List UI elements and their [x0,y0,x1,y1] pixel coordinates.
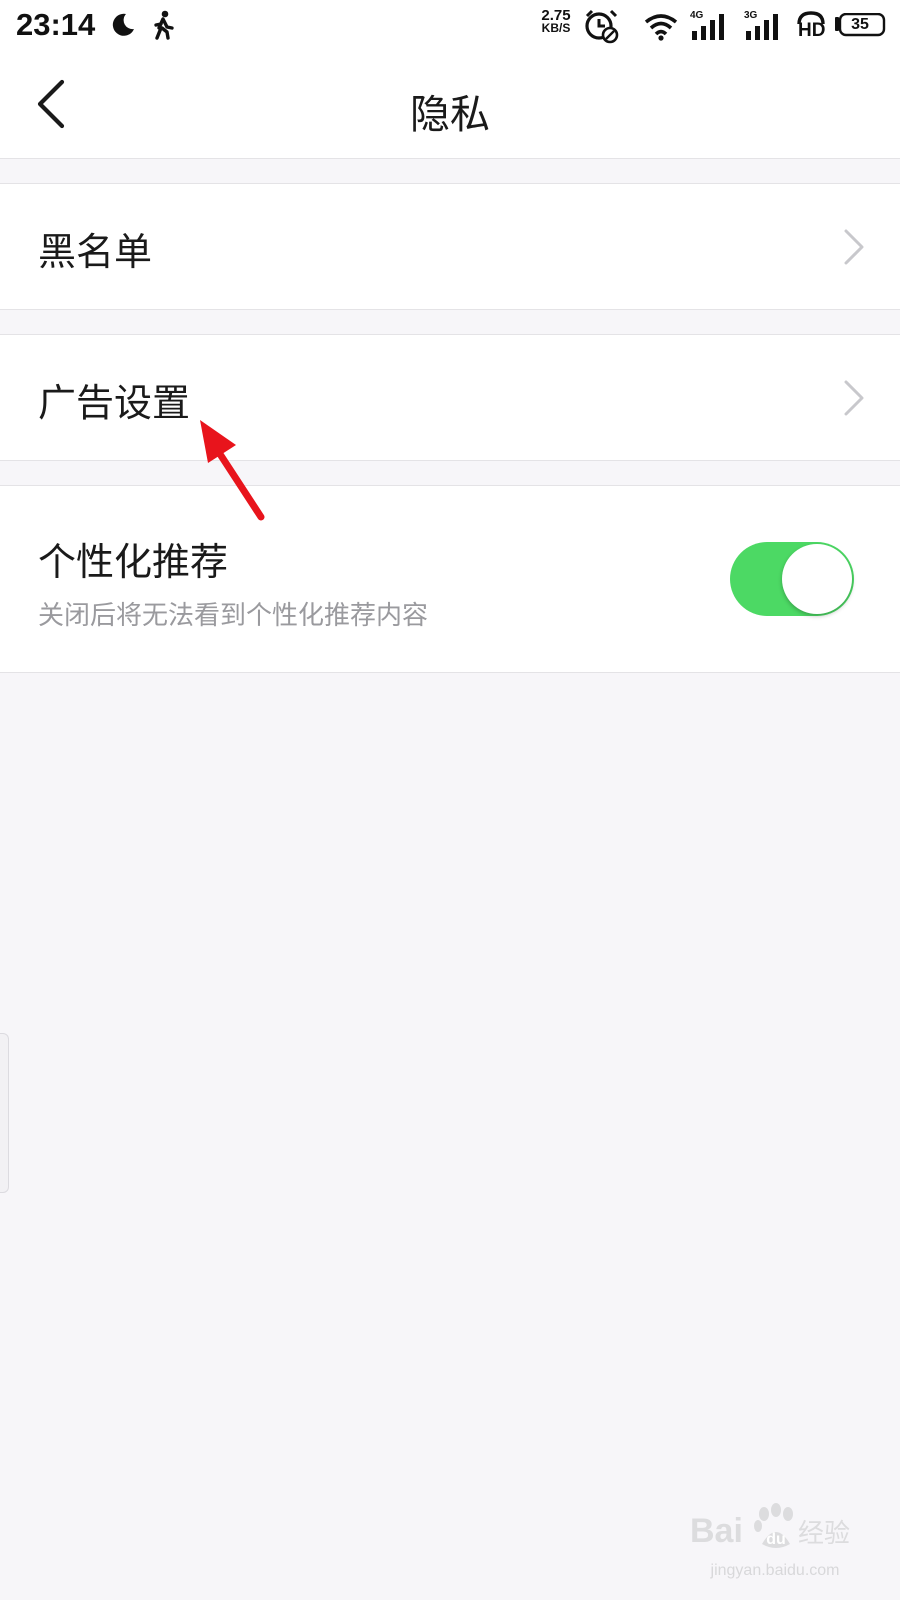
svg-text:Bai: Bai [690,1512,743,1550]
alarm-icon [585,9,619,44]
personalized-recommendation-description: 关闭后将无法看到个性化推荐内容 [38,601,429,631]
blacklist-label: 黑名单 [38,230,153,274]
blacklist-row[interactable]: 黑名单 [0,183,900,310]
network-speed-unit: KB/S [541,21,571,35]
toggle-knob [782,544,852,614]
battery-icon: 35 [834,13,886,37]
status-time: 23:14 [16,7,96,42]
chevron-right-icon [844,229,864,265]
personalized-recommendation-toggle[interactable] [730,542,854,616]
moon-icon [112,13,134,36]
annotation-arrow [200,420,265,521]
svg-text:经验: 经验 [798,1519,850,1549]
page-title: 隐私 [410,92,490,138]
ad-settings-label: 广告设置 [38,381,191,425]
chevron-right-icon [844,380,864,416]
battery-level: 35 [851,16,869,33]
baidu-jingyan-watermark: Bai du 经验 jingyan.baidu.com [690,1500,860,1590]
hd-label: HD [798,20,826,41]
ad-settings-row[interactable]: 广告设置 [0,334,900,461]
status-bar: 23:14 2.75 KB/S 4G 3G HD 35 [0,0,900,52]
nav-bar: 隐私 [0,52,900,159]
baidu-jingyan-logo: Bai du 经验 [690,1503,850,1550]
svg-text:du: du [766,1531,786,1548]
personalized-recommendation-label: 个性化推荐 [38,540,229,584]
privacy-screen: 23:14 2.75 KB/S 4G 3G HD 35 隐私 黑名单 广告设置 … [0,0,900,1600]
signal-icon [692,14,724,40]
signal-icon [746,14,778,40]
personalized-recommendation-row: 个性化推荐 关闭后将无法看到个性化推荐内容 [0,485,900,673]
wifi-icon [644,14,678,41]
watermark-url: jingyan.baidu.com [710,1562,840,1579]
walking-icon [154,10,174,40]
network-speed: 2.75 KB/S [536,8,576,35]
side-handle[interactable] [0,1033,9,1193]
